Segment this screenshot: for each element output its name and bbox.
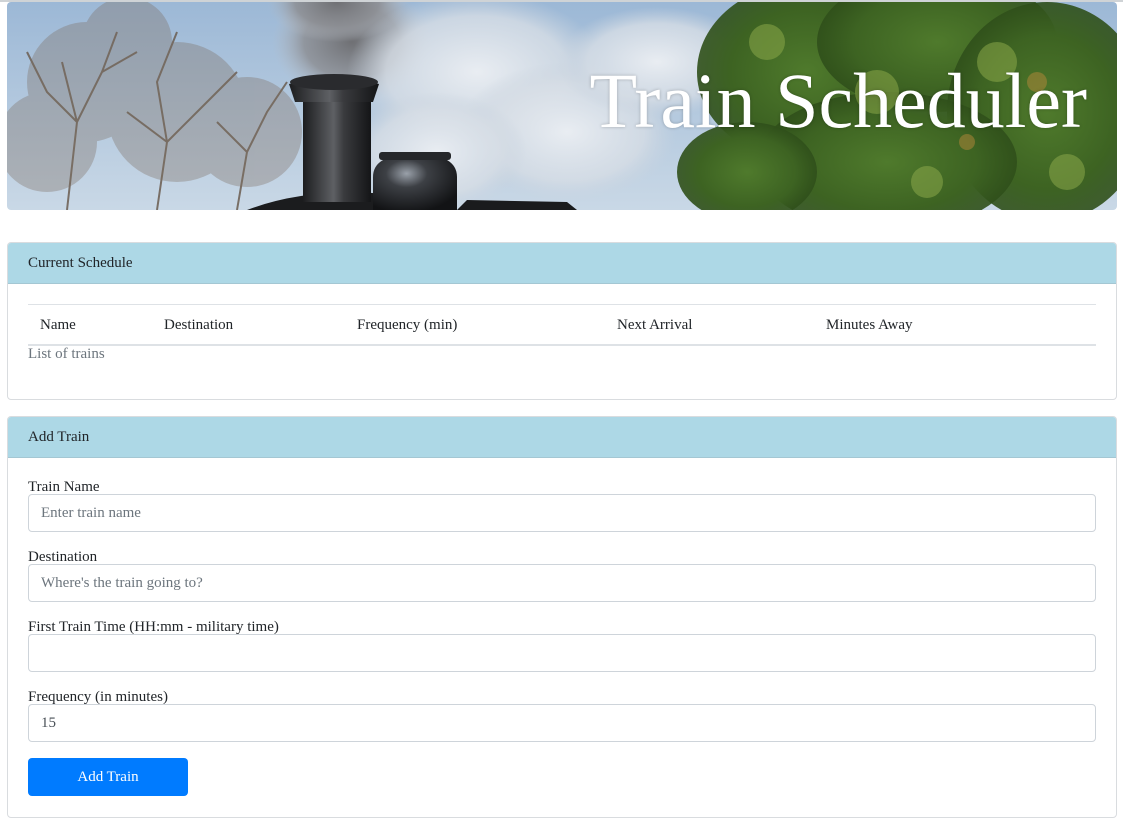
first-train-time-input[interactable] xyxy=(28,634,1096,672)
current-schedule-header: Current Schedule xyxy=(8,243,1116,284)
destination-input[interactable] xyxy=(28,564,1096,602)
current-schedule-panel: Current Schedule Name Destination Freque… xyxy=(7,242,1117,400)
add-train-panel: Add Train Train Name Destination First T… xyxy=(7,416,1117,818)
add-train-button[interactable]: Add Train xyxy=(28,758,188,796)
add-train-header: Add Train xyxy=(8,417,1116,458)
frequency-input[interactable] xyxy=(28,704,1096,742)
column-minutes-away: Minutes Away xyxy=(826,317,913,333)
column-frequency: Frequency (min) xyxy=(357,317,458,333)
schedule-table-caption: List of trains xyxy=(28,346,105,362)
column-next-arrival: Next Arrival xyxy=(617,317,693,333)
page-title: Train Scheduler xyxy=(589,57,1087,144)
train-name-input[interactable] xyxy=(28,494,1096,532)
column-name: Name xyxy=(40,317,76,333)
schedule-table-header: Name Destination Frequency (min) Next Ar… xyxy=(28,304,1096,346)
column-destination: Destination xyxy=(164,317,234,333)
header-banner: Train Scheduler xyxy=(7,2,1117,210)
